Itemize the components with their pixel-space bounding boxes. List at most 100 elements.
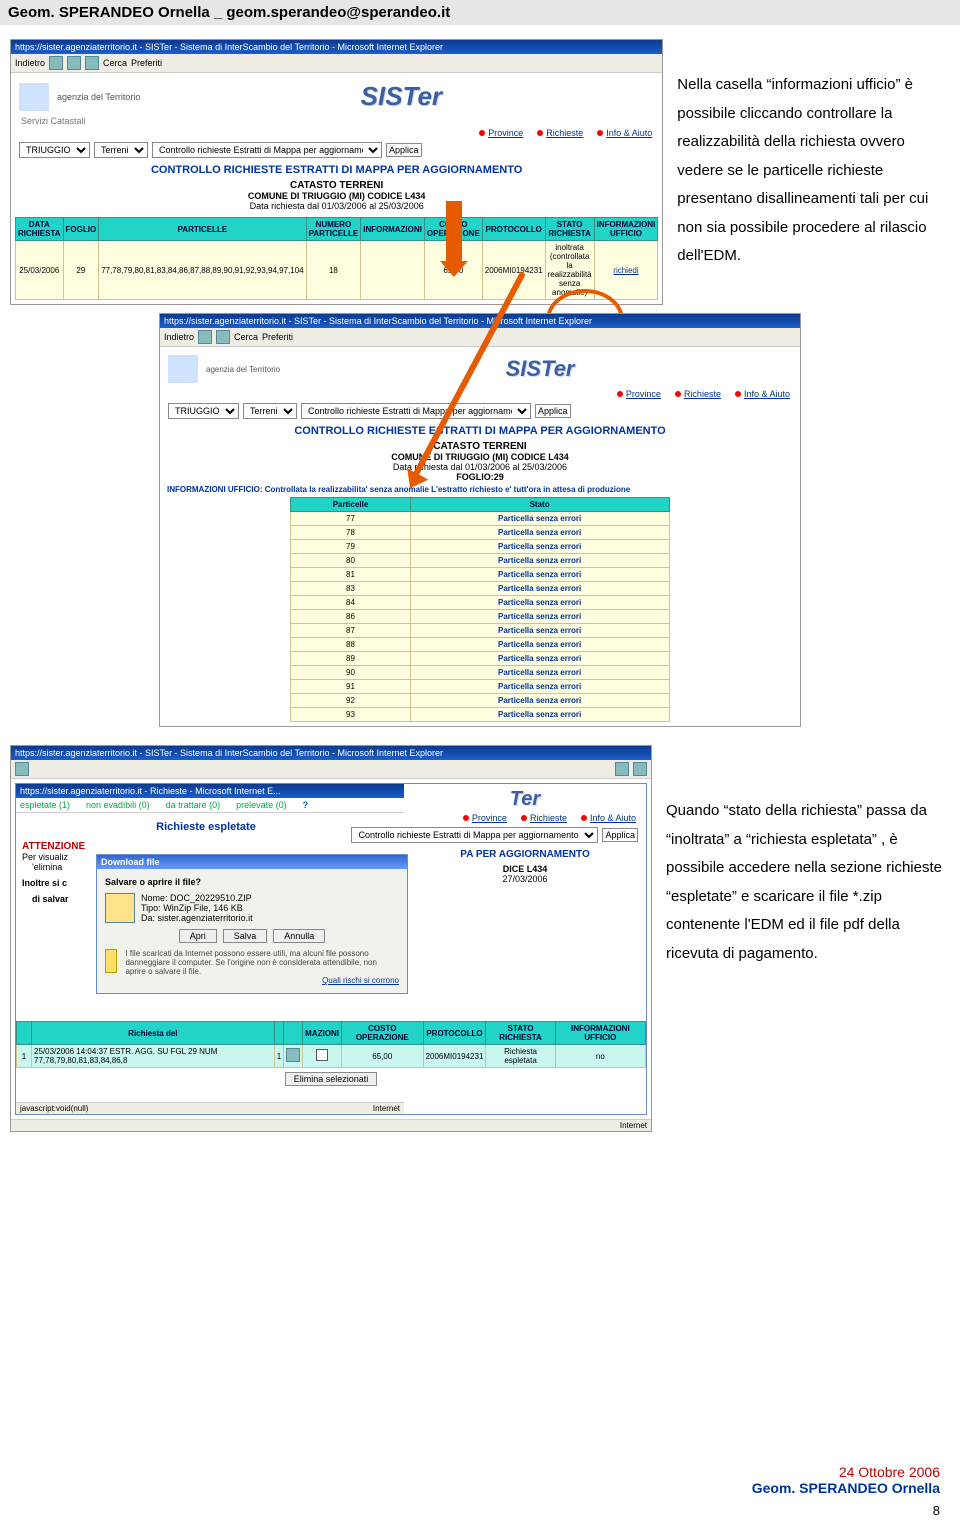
refresh-icon[interactable]	[216, 330, 230, 344]
screenshot-1: https://sister.agenziaterritorio.it - SI…	[10, 39, 663, 305]
title-catasto: CATASTO TERRENI	[15, 180, 658, 191]
applica-button[interactable]: Applica	[602, 828, 638, 842]
search-button[interactable]: Cerca	[103, 58, 127, 68]
col-stato: STATO RICHIESTA	[486, 1022, 555, 1045]
servizi-label: Servizi Catastali	[15, 116, 658, 126]
title-comune: COMUNE DI TRIUGGIO (MI) CODICE L434	[15, 191, 658, 201]
table-row: 84Particella senza errori	[291, 596, 669, 610]
applica-button[interactable]: Applica	[386, 143, 422, 157]
popup-title: https://sister.agenziaterritorio.it - Ri…	[16, 784, 404, 798]
page-footer: 24 Ottobre 2006 Geom. SPERANDEO Ornella	[752, 1464, 940, 1496]
sister-logo: Ter	[408, 788, 642, 811]
nome-value: DOC_20229510.ZIP	[170, 893, 252, 903]
col-prot: PROTOCOLLO	[423, 1022, 486, 1045]
download-warning: I file scaricati da Internet possono ess…	[125, 949, 399, 976]
richieste-espletate-title: Richieste espletate	[16, 813, 396, 841]
download-title: Download file	[97, 855, 407, 869]
status-js: javascript:void(null)	[20, 1104, 88, 1113]
nav-richieste[interactable]: Richieste	[675, 389, 721, 399]
nav-province[interactable]: Province	[479, 128, 523, 138]
tipo-label: Tipo:	[141, 903, 161, 913]
col-foglio: FOGLIO	[63, 218, 99, 241]
terreni-select[interactable]: Terreni	[243, 403, 297, 419]
favorites-button[interactable]: Preferiti	[131, 58, 162, 68]
nav-province[interactable]: Province	[617, 389, 661, 399]
zip-icon	[105, 893, 135, 923]
title-controllo: CONTROLLO RICHIESTE ESTRATTI DI MAPPA PE…	[164, 421, 796, 441]
nav-richieste[interactable]: Richieste	[521, 813, 567, 823]
table-row: 77Particella senza errori	[291, 512, 669, 526]
status-internet: Internet	[373, 1104, 400, 1113]
refresh-icon[interactable]	[67, 56, 81, 70]
agency-text: agenzia del Territorio	[57, 92, 140, 102]
agency-logo	[168, 355, 198, 383]
da-value: sister.agenziaterritorio.it	[158, 913, 253, 923]
stop-icon[interactable]	[198, 330, 212, 344]
stop-icon[interactable]	[49, 56, 63, 70]
ie-toolbar: Indietro Cerca Preferiti	[11, 54, 662, 73]
table-row: 91Particella senza errori	[291, 680, 669, 694]
col-infouff: INFORMAZIONI UFFICIO	[594, 218, 658, 241]
annulla-button[interactable]: Annulla	[273, 929, 325, 943]
tab-espletate[interactable]: espletate (1)	[20, 800, 70, 810]
agency-logo	[19, 83, 49, 111]
controllo-select[interactable]: Controllo richieste Estratti di Mappa pe…	[152, 142, 382, 158]
col-particelle: Particelle	[291, 498, 410, 512]
globe-icon[interactable]	[615, 762, 629, 776]
comune-select[interactable]: TRIUGGIO	[168, 403, 239, 419]
col-costo: COSTO OPERAZIONE	[341, 1022, 423, 1045]
comune-select[interactable]: TRIUGGIO	[19, 142, 90, 158]
terreni-select[interactable]: Terreni	[94, 142, 148, 158]
col-npart: NUMERO PARTICELLE	[306, 218, 361, 241]
page-number: 8	[933, 1503, 940, 1518]
back-icon[interactable]	[15, 762, 29, 776]
nav-info[interactable]: Info & Aiuto	[581, 813, 636, 823]
screenshot-3: https://sister.agenziaterritorio.it - SI…	[10, 745, 652, 1132]
nav-province[interactable]: Province	[463, 813, 507, 823]
salva-button[interactable]: Salva	[223, 929, 268, 943]
table-row: 93Particella senza errori	[291, 708, 669, 722]
controllo-select[interactable]: Controllo richieste Estratti di Mappa pe…	[301, 403, 531, 419]
rischi-link[interactable]: Quali rischi si corrono	[105, 976, 399, 985]
col-richiesta: Richiesta del	[32, 1022, 275, 1045]
tab-nonev[interactable]: non evadibili (0)	[86, 800, 150, 810]
tab-trattare[interactable]: da trattare (0)	[166, 800, 221, 810]
back-button[interactable]: Indietro	[164, 332, 194, 342]
ie-toolbar-3	[11, 760, 651, 779]
help-icon[interactable]: ?	[303, 800, 309, 810]
footer-date: 24 Ottobre 2006	[752, 1464, 940, 1480]
window-title: https://sister.agenziaterritorio.it - SI…	[11, 40, 662, 54]
title-date: Data richiesta dal 01/03/2006 al 25/03/2…	[164, 462, 796, 472]
espletate-table: Richiesta del MAZIONI COSTO OPERAZIONE P…	[16, 1021, 646, 1068]
disk-icon[interactable]	[286, 1048, 300, 1062]
applica-button[interactable]: Applica	[535, 404, 571, 418]
favorites-button[interactable]: Preferiti	[262, 332, 293, 342]
back-button[interactable]: Indietro	[15, 58, 45, 68]
bt-icon[interactable]	[633, 762, 647, 776]
search-button[interactable]: Cerca	[234, 332, 258, 342]
richieste-table: DATA RICHIESTA FOGLIO PARTICELLE NUMERO …	[15, 217, 658, 300]
col-info: INFORMAZIONI	[361, 218, 425, 241]
row-checkbox[interactable]	[316, 1049, 328, 1061]
apri-button[interactable]: Apri	[179, 929, 217, 943]
richiedi-link[interactable]: richiedi	[613, 266, 638, 275]
nav-info[interactable]: Info & Aiuto	[735, 389, 790, 399]
footer-name: Geom. SPERANDEO Ornella	[752, 1480, 940, 1496]
table-row: 88Particella senza errori	[291, 638, 669, 652]
date-label: 27/03/2006	[408, 874, 642, 884]
agency-text: agenzia del Territorio	[206, 365, 280, 374]
controllo-select[interactable]: Controllo richieste Estratti di Mappa pe…	[351, 827, 598, 843]
title-date: Data richiesta dal 01/03/2006 al 25/03/2…	[15, 201, 658, 211]
tab-prelevate[interactable]: prelevate (0)	[236, 800, 287, 810]
home-icon[interactable]	[85, 56, 99, 70]
table-row: 80Particella senza errori	[291, 554, 669, 568]
particelle-table: ParticelleStato 77Particella senza error…	[290, 497, 669, 722]
elimina-button[interactable]: Elimina selezionati	[285, 1072, 378, 1086]
nav-richieste[interactable]: Richieste	[537, 128, 583, 138]
col-data: DATA RICHIESTA	[16, 218, 64, 241]
table-row: 87Particella senza errori	[291, 624, 669, 638]
nav-info[interactable]: Info & Aiuto	[597, 128, 652, 138]
title-controllo: CONTROLLO RICHIESTE ESTRATTI DI MAPPA PE…	[15, 160, 658, 180]
nome-label: Nome:	[141, 893, 168, 903]
warning-icon	[105, 949, 117, 973]
